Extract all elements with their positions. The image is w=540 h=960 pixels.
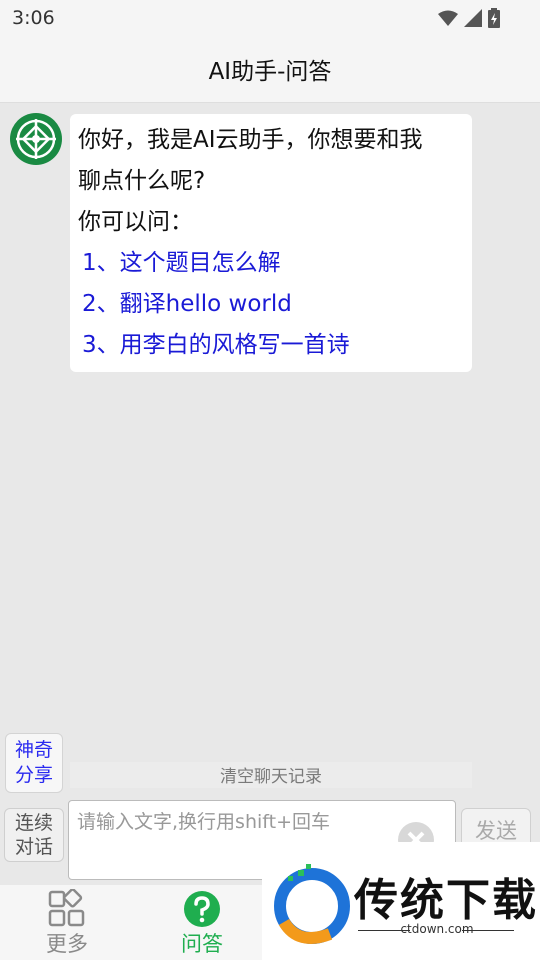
share-label-line1: 神奇 (14, 739, 53, 761)
clear-history-button[interactable]: 清空聊天记录 (70, 762, 472, 788)
message-line: 你可以问： (78, 209, 193, 235)
bot-avatar (10, 113, 62, 165)
message-line: 你好，我是AI云助手，你想要和我 (78, 127, 423, 153)
suggestion-link-3[interactable]: 3、用李白的风格写一首诗 (78, 325, 464, 366)
magic-share-button[interactable]: 神奇 分享 (5, 733, 63, 793)
battery-icon (488, 8, 500, 28)
continuous-label-line1: 连续 (14, 812, 53, 834)
signal-icon (464, 9, 482, 27)
share-label-line2: 分享 (14, 764, 53, 786)
watermark-logo-icon (274, 864, 350, 944)
watermark-overlay: 传统下载 ctdown.com (262, 842, 540, 960)
wifi-icon (438, 10, 458, 26)
nav-label-qa: 问答 (181, 932, 223, 956)
status-time: 3:06 (12, 7, 55, 29)
status-bar: 3:06 (0, 0, 540, 36)
suggestion-link-2[interactable]: 2、翻译hello world (78, 284, 464, 325)
suggestion-link-1[interactable]: 1、这个题目怎么解 (78, 243, 464, 284)
nav-label-more: 更多 (46, 932, 88, 956)
watermark-title: 传统下载 (354, 875, 538, 926)
nav-item-more[interactable]: 更多 (17, 885, 117, 960)
title-bar: AI助手-问答 (0, 36, 540, 103)
question-icon (184, 891, 220, 927)
bot-logo-icon (16, 119, 56, 159)
continuous-label-line2: 对话 (14, 836, 53, 858)
grid-icon (48, 888, 85, 927)
status-icons (438, 8, 500, 28)
watermark-url: ctdown.com (400, 922, 474, 936)
page-title: AI助手-问答 (208, 59, 332, 85)
continuous-chat-toggle[interactable]: 连续 对话 (4, 808, 64, 862)
nav-item-qa[interactable]: 问答 (152, 885, 252, 960)
bot-message-bubble: 你好，我是AI云助手，你想要和我 聊点什么呢? 你可以问： 1、这个题目怎么解 … (70, 114, 472, 372)
message-line: 聊点什么呢? (78, 168, 206, 194)
